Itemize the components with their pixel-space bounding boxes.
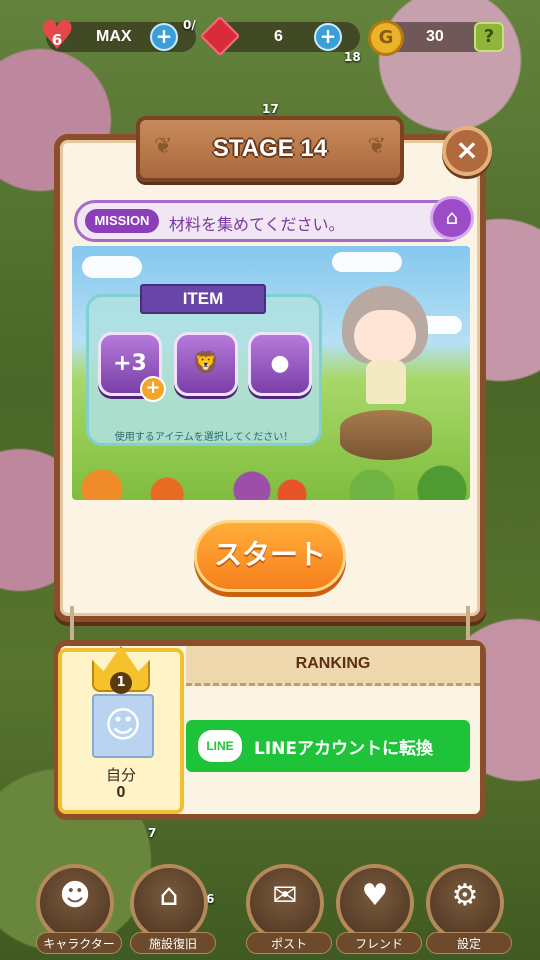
- nav-label: ポスト: [246, 932, 332, 954]
- gems-sub-counter: 18: [344, 50, 361, 64]
- map-counter: 17: [262, 102, 279, 116]
- start-button[interactable]: スタート: [194, 520, 346, 592]
- character-body: [366, 360, 406, 404]
- lion-icon: 🦁: [192, 351, 220, 376]
- line-convert-label: LINEアカウントに転換: [254, 739, 433, 759]
- mail-icon: ✉: [272, 878, 298, 913]
- nav-label: 設定: [426, 932, 512, 954]
- nav-friend-button[interactable]: ♥ フレンド: [336, 864, 422, 954]
- player-score: 0: [116, 784, 126, 801]
- ranking-title: RANKING: [186, 646, 480, 686]
- item-bomb[interactable]: ●: [248, 332, 312, 396]
- nav-post-button[interactable]: ✉ ポスト: [246, 864, 332, 954]
- cloud-icon: [82, 256, 142, 278]
- character-avatar: [330, 282, 440, 462]
- gems-value: 6: [274, 28, 283, 45]
- wheat-icon-right: ❦: [367, 134, 386, 159]
- nav-label: キャラクター: [36, 932, 122, 954]
- gold-coin-icon: G: [368, 20, 404, 56]
- gear-icon: ⚙: [451, 878, 479, 913]
- friend-icon: ♥: [361, 878, 389, 913]
- line-convert-button[interactable]: LINE LINEアカウントに転換: [186, 720, 470, 772]
- house-icon: ⌂: [159, 878, 179, 913]
- item-hint: 使用するアイテムを選択してください！: [114, 432, 294, 443]
- nav-character-button[interactable]: ☻ キャラクター: [36, 864, 122, 954]
- stage-title: STAGE 14: [212, 135, 328, 162]
- nav-settings-button[interactable]: ⚙ 設定: [426, 864, 512, 954]
- avatar: ☺: [92, 694, 154, 758]
- nav-label: フレンド: [336, 932, 422, 954]
- hearts-value: 6: [51, 31, 63, 49]
- item-label: +3: [113, 351, 147, 376]
- character-icon: ☻: [59, 878, 91, 913]
- status-bar: MAX ♥ 6 + 6 + 18 30 G ? 0/ 17: [0, 0, 540, 116]
- mission-bar: MISSION 材料を集めてください。: [74, 200, 468, 242]
- line-logo-icon: LINE: [198, 730, 242, 762]
- house-icon[interactable]: ⌂: [430, 196, 474, 240]
- heart-icon: ♥ 6: [36, 16, 78, 56]
- player-name: 自分: [105, 766, 136, 784]
- item-lion[interactable]: 🦁: [174, 332, 238, 396]
- help-button[interactable]: ?: [474, 22, 504, 52]
- mission-text: 材料を集めてください。: [169, 215, 345, 234]
- add-hearts-button[interactable]: +: [150, 23, 178, 51]
- stage-title-plaque: ❦ STAGE 14 ❦: [136, 116, 404, 182]
- rank-number: 1: [110, 672, 132, 694]
- add-item-button[interactable]: +: [140, 376, 166, 402]
- add-gems-button[interactable]: +: [314, 23, 342, 51]
- bottom-nav: 7 6 ☻ キャラクター ⌂ 施設復旧 ✉ ポスト ♥ フレンド ⚙ 設定: [0, 826, 540, 960]
- gold-value: 30: [426, 28, 444, 45]
- nav-label: 施設復旧: [130, 932, 216, 954]
- mission-label: MISSION: [85, 209, 159, 233]
- item-banner: ITEM: [140, 284, 266, 314]
- bushes-decoration: [72, 460, 470, 500]
- nav-restore-button[interactable]: ⌂ 施設復旧: [130, 864, 216, 954]
- event-counter: 0/: [183, 18, 196, 32]
- nav-counter: 7: [148, 826, 157, 840]
- character-face: [354, 310, 416, 362]
- close-button[interactable]: ×: [442, 126, 492, 176]
- cloud-icon: [332, 252, 402, 272]
- hearts-max-label: MAX: [96, 28, 132, 45]
- bomb-icon: ●: [270, 351, 290, 376]
